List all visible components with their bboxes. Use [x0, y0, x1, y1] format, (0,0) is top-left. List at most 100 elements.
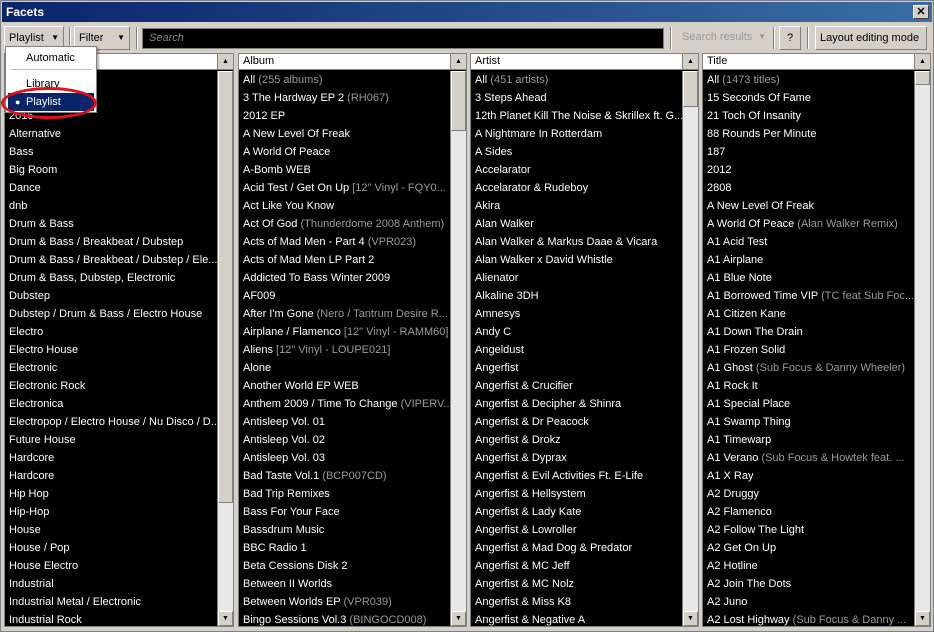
- album-column-header[interactable]: Album ▲: [239, 54, 466, 70]
- list-item[interactable]: A2 Juno: [703, 593, 914, 611]
- list-item[interactable]: A2 Join The Dots: [703, 575, 914, 593]
- list-item[interactable]: A1 Special Place: [703, 395, 914, 413]
- list-item[interactable]: A1 Ghost (Sub Focus & Danny Wheeler): [703, 359, 914, 377]
- list-item[interactable]: A Nightmare In Rotterdam: [471, 125, 682, 143]
- list-item[interactable]: Aliens [12" Vinyl - LOUPE021]: [239, 341, 450, 359]
- list-item[interactable]: Industrial: [5, 575, 217, 593]
- list-item[interactable]: Angerfist & Decipher & Shinra: [471, 395, 682, 413]
- list-item[interactable]: dnb: [5, 197, 217, 215]
- list-item[interactable]: A New Level Of Freak: [703, 197, 914, 215]
- list-item[interactable]: House: [5, 521, 217, 539]
- list-item[interactable]: Angerfist & Lowroller: [471, 521, 682, 539]
- list-item[interactable]: Accelarator & Rudeboy: [471, 179, 682, 197]
- close-button[interactable]: ✕: [913, 5, 929, 19]
- list-item[interactable]: Bad Taste Vol.1 (BCP007CD): [239, 467, 450, 485]
- list-item[interactable]: Hip-Hop: [5, 503, 217, 521]
- scroll-up-icon[interactable]: ▲: [682, 54, 698, 69]
- list-item[interactable]: A1 Down The Drain: [703, 323, 914, 341]
- list-item[interactable]: A Sides: [471, 143, 682, 161]
- list-item[interactable]: Angerfist & Dr Peacock: [471, 413, 682, 431]
- list-item[interactable]: 88 Rounds Per Minute: [703, 125, 914, 143]
- list-item[interactable]: Alone: [239, 359, 450, 377]
- list-item[interactable]: Alkaline 3DH: [471, 287, 682, 305]
- list-item[interactable]: All (1473 titles): [703, 71, 914, 89]
- list-item[interactable]: Industrial Rock: [5, 611, 217, 626]
- scrollbar-thumb[interactable]: [683, 71, 698, 107]
- list-item[interactable]: A2 Hotline: [703, 557, 914, 575]
- list-item[interactable]: Amnesys: [471, 305, 682, 323]
- layout-editing-mode-button[interactable]: Layout editing mode: [815, 26, 927, 50]
- help-button[interactable]: ?: [779, 26, 801, 50]
- list-item[interactable]: Electronic: [5, 359, 217, 377]
- list-item[interactable]: AF009: [239, 287, 450, 305]
- list-item[interactable]: All (255 albums): [239, 71, 450, 89]
- list-item[interactable]: Angerfist & Drokz: [471, 431, 682, 449]
- list-item[interactable]: Angerfist & MC Nolz: [471, 575, 682, 593]
- list-item[interactable]: Bassdrum Music: [239, 521, 450, 539]
- list-item[interactable]: Acts of Mad Men LP Part 2: [239, 251, 450, 269]
- menu-item-playlist[interactable]: ● Playlist: [8, 93, 94, 111]
- list-item[interactable]: Drum & Bass, Dubstep, Electronic: [5, 269, 217, 287]
- list-item[interactable]: Electronica: [5, 395, 217, 413]
- menu-item-library[interactable]: Library: [8, 75, 94, 93]
- list-item[interactable]: Angerfist & Lady Kate: [471, 503, 682, 521]
- list-item[interactable]: A World Of Peace: [239, 143, 450, 161]
- list-item[interactable]: Drum & Bass / Breakbeat / Dubstep / Ele.…: [5, 251, 217, 269]
- genre-scrollbar[interactable]: ▼: [217, 71, 233, 626]
- list-item[interactable]: 3 The Hardway EP 2 (RH067): [239, 89, 450, 107]
- list-item[interactable]: Act Like You Know: [239, 197, 450, 215]
- scroll-down-icon[interactable]: ▼: [683, 611, 698, 626]
- list-item[interactable]: A World Of Peace (Alan Walker Remix): [703, 215, 914, 233]
- list-item[interactable]: Between II Worlds: [239, 575, 450, 593]
- list-item[interactable]: 3 Steps Ahead: [471, 89, 682, 107]
- list-item[interactable]: Act Of God (Thunderdome 2008 Anthem): [239, 215, 450, 233]
- list-item[interactable]: Antisleep Vol. 01: [239, 413, 450, 431]
- list-item[interactable]: Dubstep: [5, 287, 217, 305]
- list-item[interactable]: Acts of Mad Men - Part 4 (VPR023): [239, 233, 450, 251]
- list-item[interactable]: A1 Blue Note: [703, 269, 914, 287]
- list-item[interactable]: A1 Borrowed Time VIP (TC feat Sub Foc...: [703, 287, 914, 305]
- list-item[interactable]: Dubstep / Drum & Bass / Electro House: [5, 305, 217, 323]
- list-item[interactable]: Angerfist & Crucifier: [471, 377, 682, 395]
- list-item[interactable]: Angerfist & MC Jeff: [471, 557, 682, 575]
- list-item[interactable]: After I'm Gone (Nero / Tantrum Desire R.…: [239, 305, 450, 323]
- list-item[interactable]: Bass: [5, 143, 217, 161]
- list-item[interactable]: Future House: [5, 431, 217, 449]
- list-item[interactable]: A2 Druggy: [703, 485, 914, 503]
- list-item[interactable]: Hardcore: [5, 467, 217, 485]
- scroll-down-icon[interactable]: ▼: [218, 611, 233, 626]
- list-item[interactable]: A1 Frozen Solid: [703, 341, 914, 359]
- scroll-up-icon[interactable]: ▲: [450, 54, 466, 69]
- list-item[interactable]: Angerfist & Hellsystem: [471, 485, 682, 503]
- list-item[interactable]: Bass For Your Face: [239, 503, 450, 521]
- list-item[interactable]: A1 Rock It: [703, 377, 914, 395]
- title-column-header[interactable]: Title ▲: [703, 54, 930, 70]
- list-item[interactable]: Alternative: [5, 125, 217, 143]
- list-item[interactable]: Between Worlds EP (VPR039): [239, 593, 450, 611]
- list-item[interactable]: 12th Planet Kill The Noise & Skrillex ft…: [471, 107, 682, 125]
- list-item[interactable]: Andy C: [471, 323, 682, 341]
- search-input[interactable]: Search: [142, 28, 664, 49]
- list-item[interactable]: A2 Lost Highway (Sub Focus & Danny ...: [703, 611, 914, 626]
- list-item[interactable]: Bad Trip Remixes: [239, 485, 450, 503]
- scroll-down-icon[interactable]: ▼: [451, 611, 466, 626]
- list-item[interactable]: Electronic Rock: [5, 377, 217, 395]
- list-item[interactable]: 2808: [703, 179, 914, 197]
- list-item[interactable]: Angerfist: [471, 359, 682, 377]
- list-item[interactable]: Accelarator: [471, 161, 682, 179]
- list-item[interactable]: A2 Get On Up: [703, 539, 914, 557]
- list-item[interactable]: A1 X Ray: [703, 467, 914, 485]
- list-item[interactable]: A1 Swamp Thing: [703, 413, 914, 431]
- list-item[interactable]: A-Bomb WEB: [239, 161, 450, 179]
- list-item[interactable]: Drum & Bass: [5, 215, 217, 233]
- list-item[interactable]: Alan Walker x David Whistle: [471, 251, 682, 269]
- artist-column-header[interactable]: Artist ▲: [471, 54, 698, 70]
- list-item[interactable]: Hardcore: [5, 449, 217, 467]
- list-item[interactable]: A1 Citizen Kane: [703, 305, 914, 323]
- scrollbar-thumb[interactable]: [915, 71, 930, 85]
- search-results-dropdown[interactable]: Search results ▼: [676, 26, 770, 50]
- scrollbar-thumb[interactable]: [218, 71, 233, 503]
- list-item[interactable]: Dance: [5, 179, 217, 197]
- list-item[interactable]: 21 Toch Of Insanity: [703, 107, 914, 125]
- album-scrollbar[interactable]: ▼: [450, 71, 466, 626]
